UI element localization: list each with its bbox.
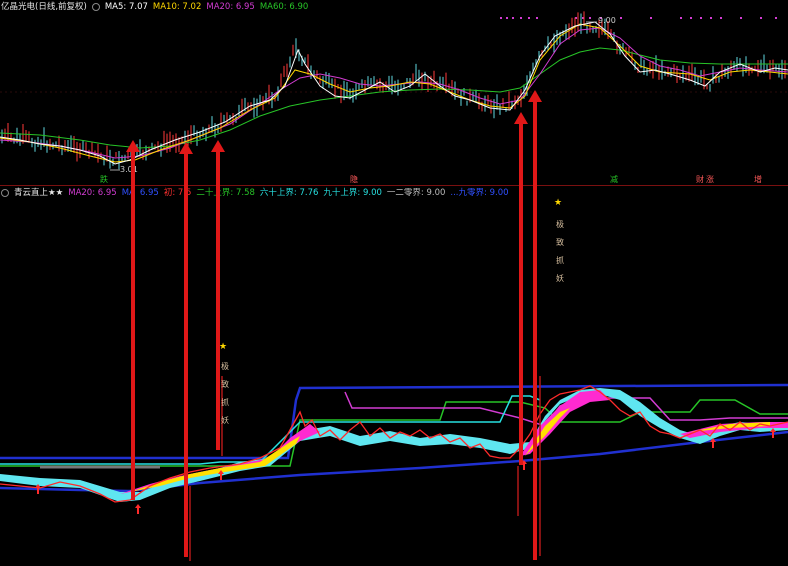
indicator-sixty-upper: 六十上界: 7.76 [259, 188, 319, 198]
event-marker-increase[interactable]: 增 [754, 175, 762, 185]
annotation-2-char: 极 [556, 220, 564, 229]
event-marker-rise[interactable]: 涨 [706, 175, 714, 185]
price-trace-line [0, 385, 788, 503]
annotation-star-1: ★ [219, 342, 228, 352]
indicator-ninety-upper: 九十上界: 9.00 [323, 188, 382, 198]
annotation-text-2: 极 致 抓 妖 [555, 216, 565, 288]
cyan-step-line [0, 395, 541, 465]
indicator-header: 青云直上★★ MA20: 6.95 MA 6.95 初: 7.5 二十上界: 7… [0, 186, 509, 200]
indicator-title[interactable]: 青云直上★★ [14, 186, 63, 200]
ma20-value: MA20: 6.95 [206, 2, 255, 12]
annotation-2-char: 抓 [556, 256, 564, 265]
annotation-star-2: ★ [554, 198, 563, 208]
indicator-ma-value: 6.95 [139, 188, 159, 198]
indicator-ma20: MA20: 6.95 [68, 188, 117, 198]
annotation-1-char: 极 [221, 362, 229, 371]
event-marker-fall[interactable]: 跌 [100, 175, 108, 185]
stock-title[interactable]: 亿晶光电(日线,前复权) [1, 0, 87, 14]
annotation-1-char: 抓 [221, 398, 229, 407]
indicator-settings-gear-icon[interactable] [1, 189, 9, 197]
high-price-label: 9.00 [598, 16, 616, 25]
ma10-line [0, 23, 788, 163]
event-marker-reduce[interactable]: 减 [610, 175, 618, 185]
event-marker-finance[interactable]: 财 [696, 175, 704, 185]
ma5-line [0, 21, 788, 165]
annotation-text-1: 极 致 抓 妖 [220, 358, 230, 430]
low-price-label: 3.01 [120, 165, 138, 174]
price-chart-canvas[interactable] [0, 0, 788, 185]
annotation-2-char: 妖 [556, 274, 564, 283]
settings-gear-icon[interactable] [91, 3, 100, 11]
price-chart-header: 亿晶光电(日线,前复权) MA5: 7.07 MA10: 7.02 MA20: … [0, 0, 308, 14]
indicator-twenty-upper: 二十上界: 7.58 [196, 188, 255, 198]
price-chart-panel[interactable]: 亿晶光电(日线,前复权) MA5: 7.07 MA10: 7.02 MA20: … [0, 0, 788, 185]
ma5-value: MA5: 7.07 [104, 2, 148, 12]
annotation-1-char: 致 [221, 380, 229, 389]
dotted-markers [500, 17, 777, 19]
indicator-canvas[interactable] [0, 186, 788, 566]
indicator-onetwenty: 一二零界: 9.00 [386, 188, 446, 198]
ma60-line [0, 47, 788, 149]
indicator-ninezero: ...九零界: 9.00 [450, 188, 509, 198]
indicator-initial: 初: 7.5 [163, 188, 192, 198]
indicator-panel[interactable]: 青云直上★★ MA20: 6.95 MA 6.95 初: 7.5 二十上界: 7… [0, 186, 788, 566]
ma60-value: MA60: 6.90 [259, 2, 309, 12]
annotation-2-char: 致 [556, 238, 564, 247]
ma20-line [0, 27, 788, 159]
event-marker-hidden[interactable]: 隐 [350, 175, 358, 185]
indicator-ma: MA [121, 188, 135, 198]
ma10-value: MA10: 7.02 [152, 2, 202, 12]
annotation-1-char: 妖 [221, 416, 229, 425]
